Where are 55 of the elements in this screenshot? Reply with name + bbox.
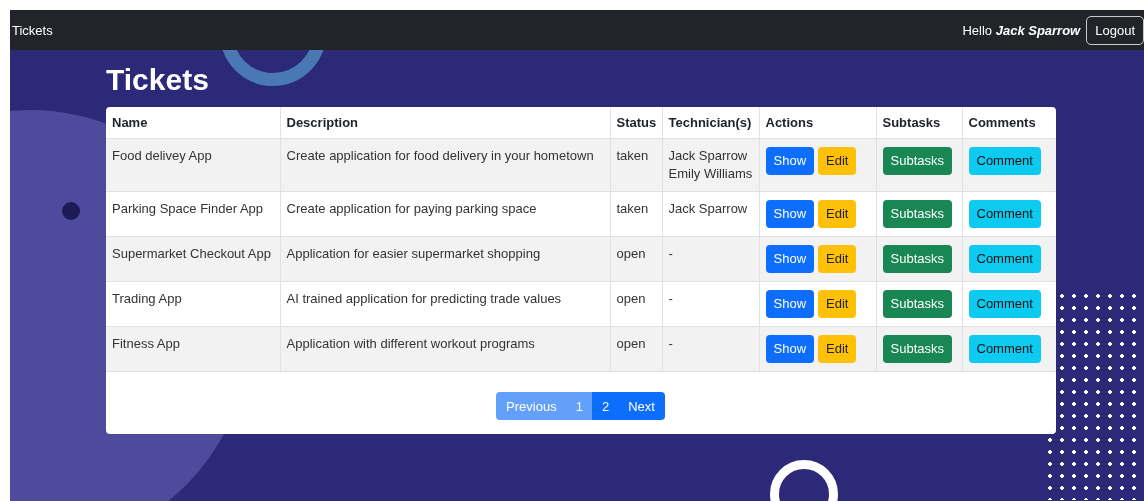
column-header: Comments: [962, 107, 1056, 139]
table-cell: Fitness App: [106, 326, 280, 372]
table-cell: Supermarket Checkout App: [106, 236, 280, 282]
logout-button[interactable]: Logout: [1086, 15, 1144, 45]
show-button[interactable]: Show: [765, 147, 815, 175]
table-cell: taken: [610, 191, 662, 237]
technician-name: -: [668, 245, 674, 263]
table-cell: Create application for food delivery in your hometown: [280, 138, 610, 192]
technician-name: Emily Williams: [668, 165, 753, 183]
page-title: Tickets: [106, 61, 209, 98]
page-button[interactable]: 2: [591, 392, 620, 420]
subtasks-button[interactable]: Subtasks: [882, 200, 952, 228]
column-header: Status: [610, 107, 662, 139]
show-button[interactable]: Show: [765, 245, 815, 273]
technician-name: -: [668, 335, 674, 353]
comment-button[interactable]: Comment: [968, 335, 1041, 363]
column-header: Description: [280, 107, 610, 139]
comment-button[interactable]: Comment: [968, 147, 1041, 175]
column-header: Subtasks: [876, 107, 962, 139]
table-cell: open: [610, 281, 662, 327]
comment-button[interactable]: Comment: [968, 245, 1041, 273]
subtasks-button[interactable]: Subtasks: [882, 335, 952, 363]
table-cell: Application for easier supermarket shopping: [280, 236, 610, 282]
show-button[interactable]: Show: [765, 200, 815, 228]
greeting-text: Hello Jack Sparrow: [962, 22, 1081, 38]
edit-button[interactable]: Edit: [818, 147, 857, 175]
show-button[interactable]: Show: [765, 335, 815, 363]
show-button[interactable]: Show: [765, 290, 815, 318]
subtasks-button[interactable]: Subtasks: [882, 290, 952, 318]
page-button[interactable]: 1: [565, 392, 593, 420]
table-cell: open: [610, 236, 662, 282]
technician-name: Jack Sparrow: [668, 200, 749, 218]
edit-button[interactable]: Edit: [818, 335, 857, 363]
table-cell: open: [610, 326, 662, 372]
table-cell: taken: [610, 138, 662, 192]
edit-button[interactable]: Edit: [818, 200, 857, 228]
table-cell: Trading App: [106, 281, 280, 327]
edit-button[interactable]: Edit: [818, 290, 857, 318]
table-cell: Food delivey App: [106, 138, 280, 192]
table-cell: Create application for paying parking space: [280, 191, 610, 237]
technician-name: -: [668, 290, 674, 308]
column-header: Name: [106, 107, 280, 139]
comment-button[interactable]: Comment: [968, 290, 1041, 318]
comment-button[interactable]: Comment: [968, 200, 1041, 228]
subtasks-button[interactable]: Subtasks: [882, 147, 952, 175]
brand-link[interactable]: Tickets: [12, 22, 53, 38]
next-button[interactable]: Next: [618, 392, 665, 420]
table-cell: AI trained application for predicting trade values: [280, 281, 610, 327]
technician-name: Jack Sparrow: [668, 147, 749, 165]
column-header: Actions: [759, 107, 876, 139]
edit-button[interactable]: Edit: [818, 245, 857, 273]
table-cell: Application with different workout programs: [280, 326, 610, 372]
subtasks-button[interactable]: Subtasks: [882, 245, 952, 273]
table-cell: Parking Space Finder App: [106, 191, 280, 237]
column-header: Technician(s): [662, 107, 759, 139]
